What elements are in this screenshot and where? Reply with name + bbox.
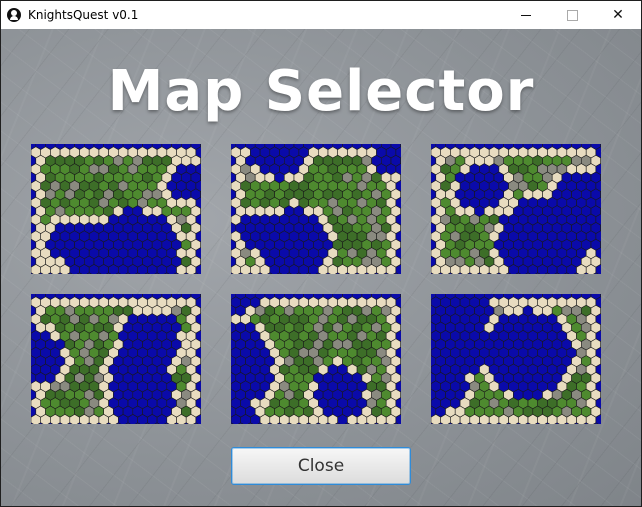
- map-thumbnail-3[interactable]: [431, 144, 601, 274]
- map-thumbnail-5[interactable]: [231, 294, 401, 424]
- window-title: KnightsQuest v0.1: [28, 8, 139, 22]
- map-selector-panel: Map Selector Close: [1, 29, 641, 506]
- map-terrain: [231, 294, 401, 424]
- map-thumbnail-2[interactable]: [231, 144, 401, 274]
- map-terrain: [31, 144, 201, 274]
- map-terrain: [431, 294, 601, 424]
- map-thumbnail-1[interactable]: [31, 144, 201, 274]
- map-terrain: [31, 294, 201, 424]
- close-button[interactable]: Close: [231, 447, 411, 485]
- title-bar[interactable]: KnightsQuest v0.1 ✕: [1, 1, 641, 29]
- close-window-button[interactable]: ✕: [595, 1, 641, 29]
- knight-avatar-icon: [7, 8, 21, 22]
- maximize-icon: [566, 9, 578, 21]
- page-title: Map Selector: [107, 59, 535, 124]
- map-thumbnail-4[interactable]: [31, 294, 201, 424]
- maximize-button[interactable]: [549, 1, 595, 29]
- app-window: KnightsQuest v0.1 ✕ Map Selector Close: [0, 0, 642, 507]
- map-terrain: [231, 144, 401, 274]
- map-terrain: [431, 144, 601, 274]
- close-icon: ✕: [612, 7, 624, 23]
- minimize-button[interactable]: [503, 1, 549, 29]
- window-controls: ✕: [503, 1, 641, 29]
- map-thumbnail-6[interactable]: [431, 294, 601, 424]
- minimize-icon: [521, 14, 531, 16]
